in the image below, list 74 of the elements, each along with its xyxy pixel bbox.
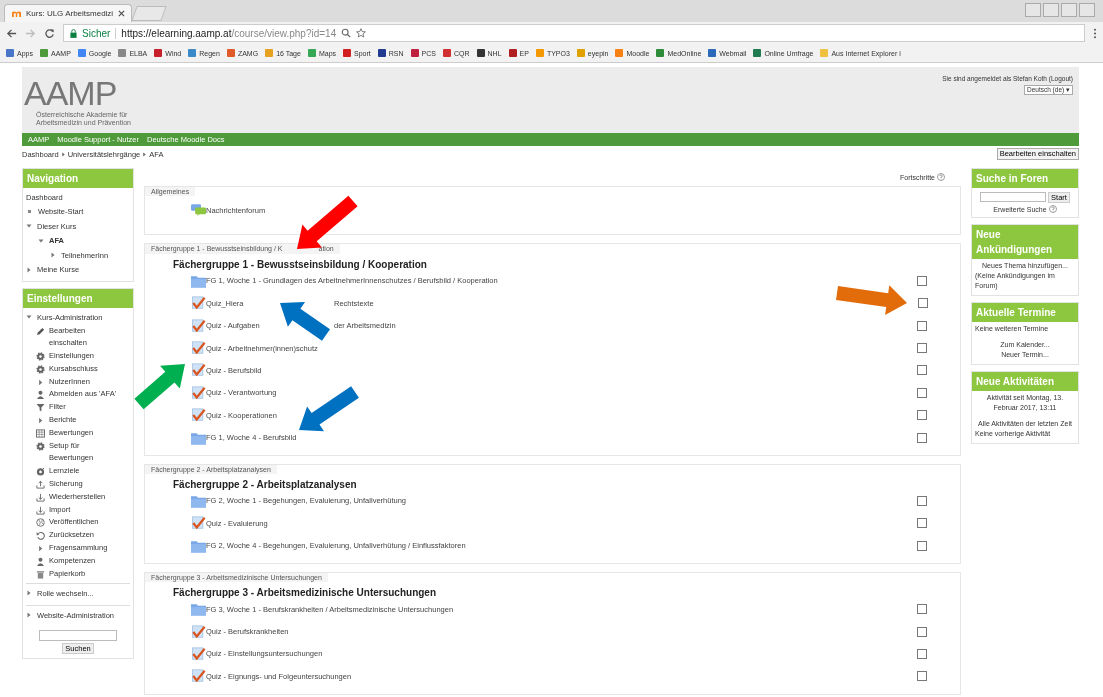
breadcrumb-separator-icon bbox=[142, 151, 148, 157]
folder-icon bbox=[191, 602, 206, 617]
target-icon bbox=[36, 467, 45, 477]
completion-checkbox[interactable] bbox=[917, 540, 927, 551]
quiz-icon bbox=[191, 408, 206, 423]
completion-checkbox[interactable] bbox=[917, 275, 927, 286]
completion-checkbox[interactable] bbox=[917, 671, 927, 682]
collapsed-icon bbox=[26, 590, 32, 597]
block-header: Suche in Foren bbox=[972, 169, 1078, 188]
completion-checkbox[interactable] bbox=[917, 365, 927, 376]
lock-icon bbox=[70, 28, 77, 38]
quiz-icon bbox=[191, 669, 206, 684]
user-icon bbox=[36, 390, 45, 400]
block-header: Aktuelle Termine bbox=[972, 303, 1078, 322]
collapsed-icon bbox=[36, 544, 45, 554]
completion-checkbox[interactable] bbox=[917, 320, 927, 331]
completion-checkbox[interactable] bbox=[917, 604, 927, 615]
trash-icon bbox=[36, 569, 45, 579]
quiz-icon bbox=[191, 341, 206, 355]
completion-checkbox[interactable] bbox=[917, 648, 927, 659]
star-icon[interactable] bbox=[356, 28, 367, 38]
quiz-icon bbox=[191, 624, 206, 639]
section-heading: Fächergruppe 2 - Arbeitsplatzanalysen bbox=[172, 477, 358, 490]
completion-checkbox[interactable] bbox=[917, 626, 927, 637]
expanded-icon bbox=[26, 314, 32, 321]
quiz-icon bbox=[191, 318, 206, 333]
quiz-icon bbox=[191, 296, 206, 311]
block-header: Neue Ankündigungen bbox=[972, 225, 1078, 259]
search-field[interactable] bbox=[980, 192, 1047, 202]
completion-checkbox[interactable] bbox=[918, 298, 928, 309]
download-icon bbox=[36, 505, 45, 515]
completion-checkbox[interactable] bbox=[917, 432, 927, 443]
site-logo[interactable]: AAMP bbox=[24, 75, 154, 111]
completion-checkbox[interactable] bbox=[917, 343, 927, 353]
completion-checkbox[interactable] bbox=[917, 518, 927, 529]
folder-icon bbox=[191, 493, 206, 508]
collapsed-icon bbox=[26, 612, 32, 619]
block-header: Navigation bbox=[23, 169, 133, 188]
table-icon bbox=[36, 428, 45, 438]
folder-icon bbox=[191, 538, 206, 553]
moodle-icon bbox=[11, 9, 22, 18]
gear-icon bbox=[36, 441, 45, 451]
folder-icon bbox=[191, 430, 206, 445]
collapsed-icon bbox=[36, 416, 45, 426]
upload-icon bbox=[36, 480, 45, 490]
address-bar[interactable]: Sicher https://elearning.aamp.at/course/view.php?id=14 bbox=[63, 24, 1085, 42]
section-heading: Fächergruppe 1 - Bewusstseinsbildung / Kooperation bbox=[172, 257, 428, 270]
completion-checkbox[interactable] bbox=[917, 387, 927, 398]
quiz-icon bbox=[191, 646, 206, 661]
forum-icon bbox=[191, 203, 206, 217]
reload-icon[interactable] bbox=[44, 27, 55, 39]
completion-checkbox[interactable] bbox=[917, 495, 927, 506]
section-heading: Fächergruppe 3 - Arbeitsmedizinische Untersuchungen bbox=[172, 585, 437, 598]
filter-icon bbox=[36, 403, 45, 413]
block-header: Neue Aktivitäten bbox=[972, 372, 1078, 391]
download-icon bbox=[36, 492, 45, 502]
pencil-icon bbox=[36, 326, 45, 336]
collapsed-icon bbox=[36, 377, 45, 387]
quiz-icon bbox=[191, 516, 206, 531]
zoom-icon[interactable] bbox=[341, 28, 352, 38]
quiz-icon bbox=[191, 363, 206, 378]
user-icon bbox=[36, 556, 45, 566]
block-header: Einstellungen bbox=[23, 289, 133, 308]
folder-icon bbox=[191, 273, 206, 288]
globe-icon bbox=[36, 518, 45, 528]
breadcrumb-separator-icon bbox=[60, 151, 66, 157]
reset-icon bbox=[36, 531, 45, 541]
close-icon[interactable] bbox=[118, 10, 125, 17]
menu-icon[interactable] bbox=[1093, 27, 1097, 39]
search-field[interactable] bbox=[39, 630, 117, 642]
browser-tab[interactable]: Kurs: ULG Arbeitsmedizi bbox=[4, 4, 132, 22]
back-icon[interactable] bbox=[6, 27, 17, 39]
completion-checkbox[interactable] bbox=[917, 410, 927, 421]
quiz-icon bbox=[191, 385, 206, 400]
